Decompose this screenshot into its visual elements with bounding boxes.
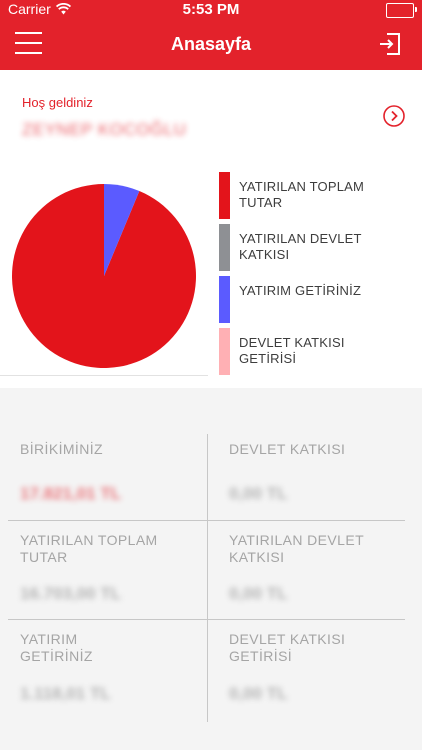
state-contribution-label: DEVLET KATKISI [229, 441, 346, 457]
divider [8, 619, 405, 620]
logout-icon[interactable] [378, 32, 402, 56]
legend-swatch [219, 224, 230, 271]
legend-item: DEVLET KATKISI GETİRİSİ [219, 328, 409, 376]
clock: 5:53 PM [182, 1, 240, 18]
legend-swatch [219, 276, 230, 323]
user-name: ZEYNEP KOCOĞLU [22, 120, 187, 139]
state-contribution-value: 0,00 TL [229, 484, 288, 503]
welcome-card: Hoş geldiniz ZEYNEP KOCOĞLU YATIRILAN TO… [0, 70, 422, 388]
total-invested-label: YATIRILAN TOPLAM TUTAR [20, 532, 158, 565]
summary-grid: BİRİKİMİNİZ 17.821,01 TL DEVLET KATKISI … [0, 388, 422, 750]
legend-label: DEVLET KATKISI GETİRİSİ [239, 335, 345, 366]
state-contribution-return-label: DEVLET KATKISI GETİRİSİ [229, 631, 346, 664]
page-title: Anasayfa [170, 34, 252, 54]
savings-label: BİRİKİMİNİZ [20, 441, 103, 457]
legend-swatch [219, 328, 230, 375]
legend-label: YATIRIM GETİRİNİZ [239, 283, 362, 298]
investment-return-value: 1.118,01 TL [20, 684, 111, 703]
state-contribution-return-value: 0,00 TL [229, 684, 288, 703]
total-invested-value: 16.703,00 TL [20, 584, 122, 603]
status-bar: Carrier 5:53 PM [0, 0, 422, 20]
battery-icon [386, 3, 417, 18]
invested-state-contribution-label: YATIRILAN DEVLET KATKISI [229, 532, 364, 565]
legend-label: YATIRILAN DEVLET KATKISI [239, 231, 362, 262]
divider [207, 434, 208, 722]
invested-state-contribution-value: 0,00 TL [229, 584, 288, 603]
investment-return-label: YATIRIM GETİRİNİZ [20, 631, 93, 664]
welcome-label: Hoş geldiniz [22, 95, 93, 110]
savings-value: 17.821,01 TL [20, 484, 122, 503]
divider [0, 375, 208, 376]
legend-swatch [219, 172, 230, 219]
divider [8, 520, 405, 521]
legend-item: YATIRIM GETİRİNİZ [219, 276, 409, 324]
legend-label: YATIRILAN TOPLAM TUTAR [239, 179, 365, 210]
chevron-right-circle-icon[interactable] [383, 105, 405, 127]
legend-item: YATIRILAN DEVLET KATKISI [219, 224, 409, 272]
legend-item: YATIRILAN TOPLAM TUTAR [219, 172, 409, 220]
navigation-bar: Carrier 5:53 PM Anasayfa [0, 0, 422, 70]
pie-chart [12, 184, 197, 368]
